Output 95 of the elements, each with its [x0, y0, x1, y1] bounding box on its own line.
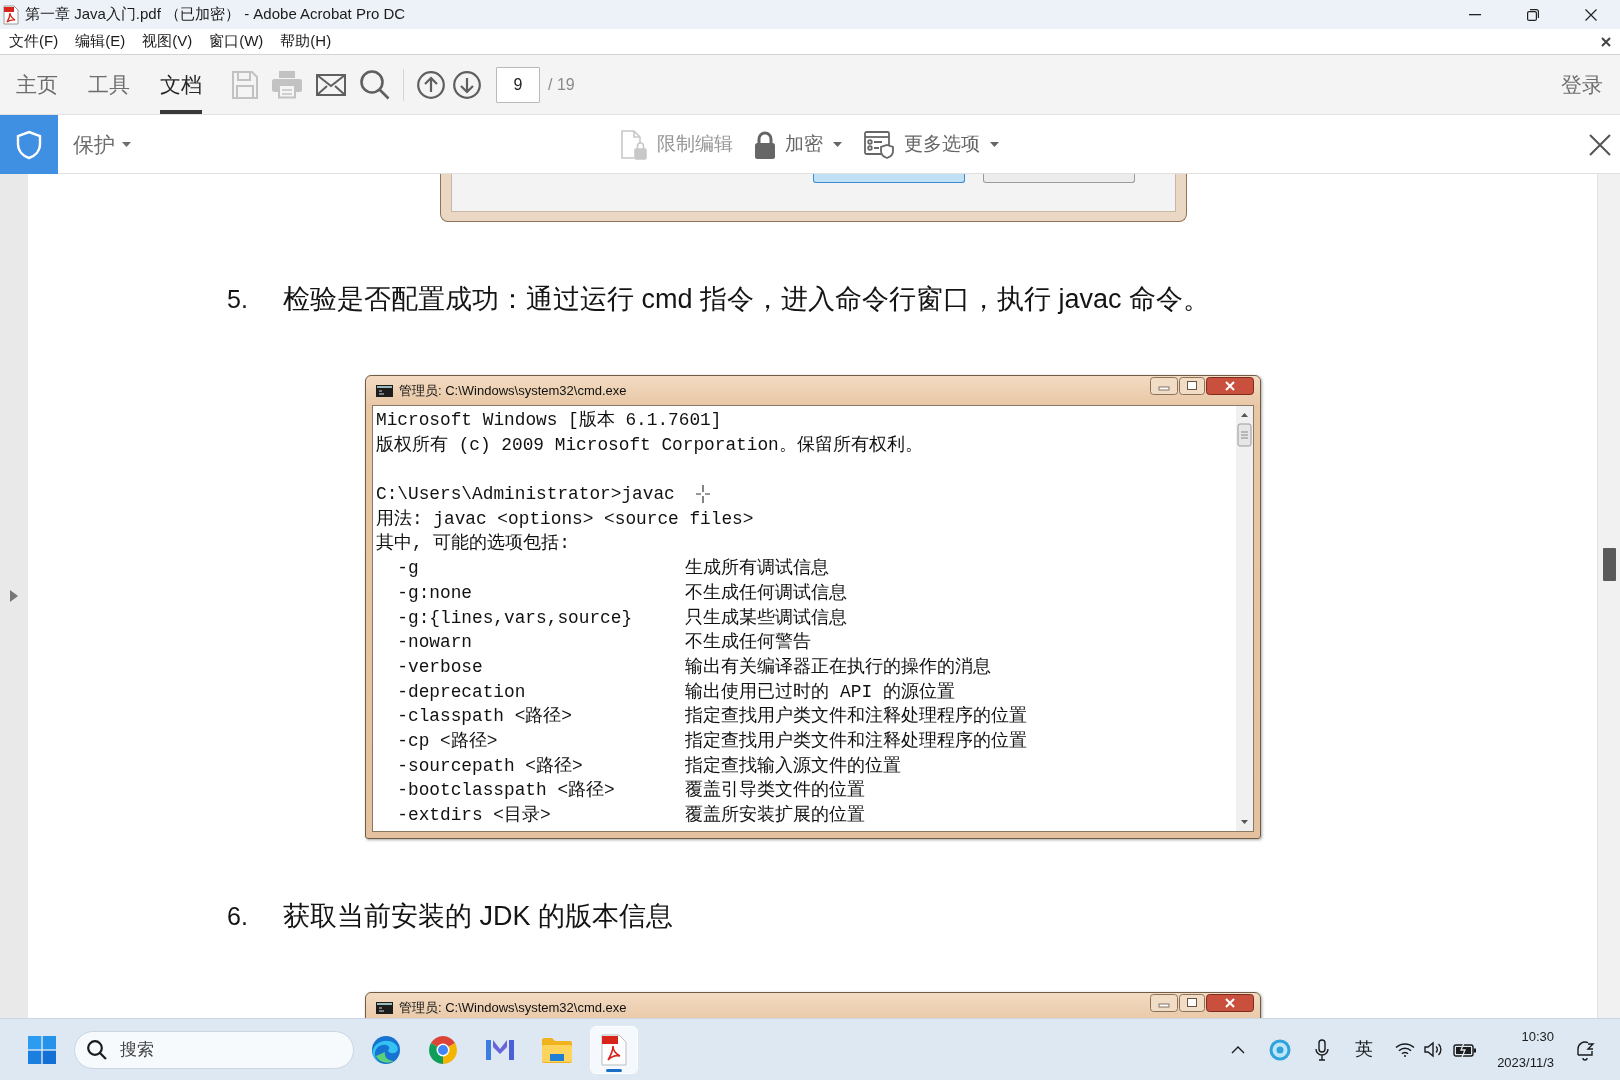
document-lock-icon — [621, 129, 647, 160]
option-name: -extdirs <目录> — [397, 804, 552, 827]
console-line: 其中, 可能的选项包括: — [376, 532, 570, 556]
search-icon — [360, 69, 390, 100]
protect-menu-button[interactable]: 保护 — [73, 128, 131, 161]
option-description: 覆盖引导类文件的位置 — [685, 778, 866, 803]
up-arrow-circle-icon — [417, 70, 445, 99]
search-icon — [87, 1039, 107, 1060]
clock-button[interactable]: 10:30 2023/11/3 — [1491, 1029, 1560, 1070]
caret-icon — [833, 142, 842, 147]
option-name: -nowarn — [397, 631, 474, 655]
input-method-button[interactable]: 英 — [1347, 1029, 1382, 1070]
console-line: Microsoft Windows [版本 6.1.7601] — [376, 409, 722, 432]
option-description: 只生成某些调试信息 — [685, 606, 848, 630]
console-line: C:\Users\Administrator>javac — [376, 483, 675, 507]
cursor-icon — [696, 485, 711, 504]
close-icon — [1589, 133, 1611, 156]
console-icon — [376, 1001, 393, 1014]
search-button[interactable] — [360, 69, 390, 100]
folder-icon — [541, 1036, 573, 1063]
menu-item[interactable]: 编辑(E) — [67, 29, 134, 54]
caret-icon — [122, 142, 131, 147]
tricolor-circle-icon — [428, 1034, 458, 1065]
card-shield-icon — [864, 130, 894, 159]
close-icon — [1585, 8, 1597, 21]
bell-icon — [1575, 1038, 1595, 1061]
step-number: 6. — [227, 901, 249, 932]
previous-page-button[interactable] — [417, 70, 445, 99]
wifi-icon — [1395, 1042, 1416, 1057]
taskbar-app-button[interactable] — [591, 1026, 637, 1073]
page-count: / 19 — [548, 74, 575, 95]
tab[interactable]: 工具 — [88, 55, 130, 114]
tab[interactable]: 主页 — [16, 55, 58, 114]
step-text: 检验是否配置成功：通过运行 cmd 指令，进入命令行窗口，执行 javac 命令。 — [283, 283, 1211, 316]
envelope-icon — [316, 73, 346, 96]
console-line: 用法: javac <options> <source files> — [376, 507, 754, 531]
option-description: 不生成任何警告 — [685, 631, 812, 655]
window-title: 第一章 Java入门.pdf （已加密） - Adobe Acrobat Pro DC — [25, 4, 406, 25]
option-name: -g — [397, 557, 420, 581]
option-name: -classpath <路径> — [397, 705, 574, 729]
option-description: 覆盖所安装扩展的位置 — [685, 803, 866, 827]
page-number-field[interactable]: 9 — [496, 66, 540, 103]
close-icon[interactable] — [1601, 36, 1611, 47]
bars-logo-icon — [485, 1037, 515, 1062]
swirl-logo-icon — [371, 1034, 401, 1065]
padlock-icon — [755, 130, 775, 159]
option-description: 生成所有调试信息 — [685, 557, 830, 581]
option-description: 输出使用已过时的 API 的源位置 — [685, 680, 955, 704]
restore-icon — [1527, 8, 1539, 21]
pdf-document-icon — [601, 1033, 627, 1066]
option-name: -sourcepath <路径> — [397, 754, 584, 778]
down-arrow-circle-icon — [453, 70, 481, 99]
option-description: 指定查找用户类文件和注释处理程序的位置 — [685, 705, 1028, 729]
console-icon — [376, 384, 393, 397]
close-button[interactable] — [1589, 133, 1611, 156]
chevron-up-icon — [1231, 1045, 1246, 1054]
close-icon — [1206, 377, 1254, 395]
console-title: 管理员: C:\Windows\system32\cmd.exe — [399, 998, 627, 1017]
battery-icon — [1453, 1041, 1478, 1058]
menu-item[interactable]: 窗口(W) — [201, 29, 272, 54]
option-description: 不生成任何调试信息 — [685, 581, 848, 605]
option-name: -deprecation — [397, 680, 527, 704]
pdf-file-icon — [3, 4, 19, 25]
minimize-icon — [1469, 13, 1481, 16]
option-name: -bootclasspath <路径> — [397, 779, 616, 803]
option-name: -cp <路径> — [397, 729, 499, 753]
step-text: 获取当前安装的 JDK 的版本信息 — [283, 900, 673, 933]
printer-icon — [272, 70, 302, 99]
email-button[interactable] — [316, 73, 346, 96]
encrypt-button[interactable]: 加密 — [755, 130, 842, 159]
sign-in-button[interactable]: 登录 — [1561, 68, 1603, 101]
menu-item[interactable]: 文件(F) — [1, 29, 67, 54]
menu-item[interactable]: 视图(V) — [134, 29, 201, 54]
option-name: -g:{lines,vars,source} — [397, 606, 634, 630]
microphone-icon — [1315, 1038, 1330, 1061]
option-description: 输出有关编译器正在执行的操作的消息 — [685, 655, 992, 679]
scrollbar-thumb[interactable] — [1602, 548, 1616, 581]
speaker-icon — [1424, 1041, 1445, 1058]
option-description: 指定查找输入源文件的位置 — [685, 754, 902, 778]
option-name: -g:none — [397, 581, 474, 605]
console-line: 版权所有 (c) 2009 Microsoft Corporation。保留所有权利。 — [376, 433, 923, 457]
triangle-icon[interactable] — [10, 590, 18, 602]
step-number: 5. — [227, 284, 249, 315]
option-name: -verbose — [397, 655, 484, 679]
caret-icon — [990, 142, 999, 147]
next-page-button[interactable] — [453, 70, 481, 99]
menu-item[interactable]: 帮助(H) — [272, 29, 340, 54]
four-squares-logo-icon — [28, 1035, 56, 1064]
close-icon — [1206, 994, 1254, 1012]
option-description: 指定查找用户类文件和注释处理程序的位置 — [685, 729, 1028, 753]
console-title: 管理员: C:\Windows\system32\cmd.exe — [399, 381, 627, 400]
shield-icon[interactable] — [0, 115, 58, 174]
search-field[interactable]: 搜索 — [74, 1030, 354, 1069]
ring-icon — [1269, 1038, 1292, 1061]
more-options-button[interactable]: 更多选项 — [864, 130, 999, 159]
